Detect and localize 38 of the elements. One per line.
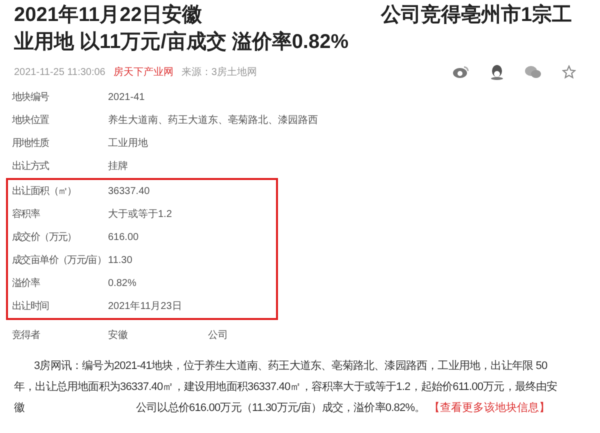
field-value: 工业用地 — [108, 136, 148, 151]
field-label: 用地性质 — [12, 136, 50, 151]
source-text: 来源：3房土地网 — [181, 66, 257, 80]
field-label: 出让方式 — [12, 160, 50, 174]
star-icon[interactable] — [562, 65, 576, 79]
article-paragraph: 徽 — [14, 401, 26, 416]
field-value: 11.30 — [108, 254, 132, 268]
field-value: 2021年11月23日 — [108, 300, 182, 314]
field-label: 成交亩单价（万元/亩） — [12, 254, 107, 268]
field-value: 大于或等于1.2 — [108, 208, 172, 222]
article-paragraph: 3房网讯：编号为2021-41地块，位于养生大道南、药王大道东、亳菊路北、漆园路西，工业用地，出让年限 50 — [34, 358, 548, 374]
field-value: 616.00 — [108, 231, 139, 245]
article-title: 公司竞得亳州市1宗工 — [380, 2, 573, 28]
article-paragraph: 年，出让总用地面积为36337.40㎡，建设用地面积36337.40㎡，容积率大于或等于1.2，起始价611.00万元，最终由安 — [14, 380, 558, 395]
field-value: 0.82% — [108, 277, 136, 291]
field-label: 出让时间 — [12, 300, 50, 314]
eye-logo-icon[interactable] — [452, 65, 470, 79]
field-value: 挂牌 — [108, 160, 128, 174]
field-label: 地块编号 — [12, 90, 50, 105]
field-label: 成交价（万元） — [12, 230, 78, 245]
field-value: 36337.40 — [108, 185, 150, 199]
more-info-link[interactable]: 【查看更多该地块信息】 — [429, 398, 550, 419]
site-link[interactable]: 房天下产业网 — [113, 64, 174, 80]
field-label: 容积率 — [12, 208, 41, 222]
field-label: 出让面积（㎡） — [12, 184, 78, 199]
publish-time: 2021-11-25 11:30:06 — [14, 66, 106, 80]
chat-bubbles-icon[interactable] — [524, 65, 542, 79]
article-title: 业用地 以11万元/亩成交 溢价率0.82% — [14, 30, 350, 55]
article-title: 2021年11月22日安徽 — [14, 2, 202, 28]
field-value: 2021-41 — [108, 91, 145, 105]
field-value: 公司 — [208, 328, 228, 342]
field-value: 养生大道南、药王大道东、亳菊路北、漆园路西 — [108, 114, 318, 128]
article-paragraph: 公司以总价616.00万元（11.30万元/亩）成交，溢价率0.82%。 — [136, 400, 426, 416]
field-label: 竞得者 — [12, 328, 41, 342]
field-value: 安徽 — [108, 328, 129, 342]
field-label: 溢价率 — [12, 276, 41, 291]
field-label: 地块位置 — [12, 114, 50, 128]
penguin-icon[interactable] — [490, 64, 504, 80]
